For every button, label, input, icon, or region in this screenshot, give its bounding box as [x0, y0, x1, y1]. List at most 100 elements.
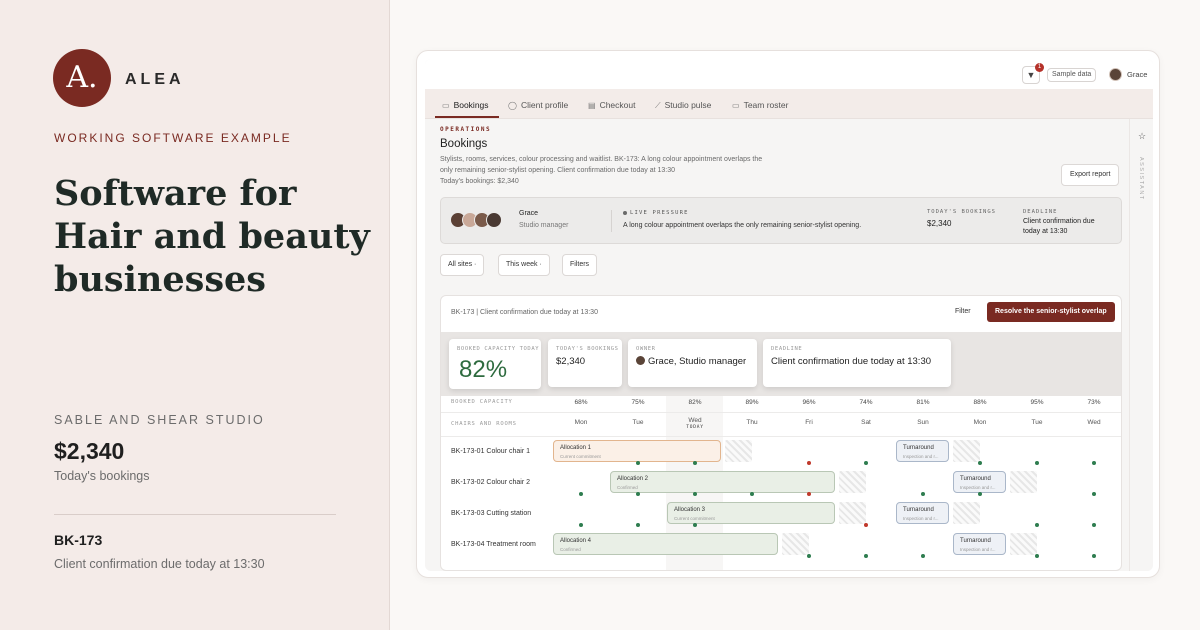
user-icon: ◯ — [508, 101, 517, 110]
turnaround-block[interactable]: Turnaround Inspection and r... — [896, 440, 949, 462]
status-dot — [636, 492, 640, 496]
page-description: Stylists, rooms, services, colour proces… — [440, 156, 763, 185]
blocked-slot — [839, 471, 866, 493]
kpi-bookings: TODAY'S BOOKINGS $2,340 — [548, 339, 622, 387]
resources-row-label: CHAIRS AND ROOMS — [451, 421, 517, 427]
status-dot — [978, 492, 982, 496]
kpi-capacity: BOOKED CAPACITY TODAY 82% — [449, 339, 541, 389]
brand-logo: A. — [53, 49, 111, 107]
capacity-value: 68% — [574, 399, 588, 406]
avatar — [636, 356, 645, 365]
resource-label: BK-173-03 Cutting station — [451, 510, 532, 517]
allocation-block[interactable]: Allocation 4 Confirmed — [553, 533, 778, 555]
register-icon: ▤ — [588, 101, 596, 110]
resolve-overlap-button[interactable]: Resolve the senior-stylist overlap — [987, 302, 1115, 322]
tab-bookings[interactable]: ▭ Bookings — [442, 100, 489, 110]
booking-description: Client confirmation due today at 13:30 — [54, 557, 265, 571]
blocked-slot — [839, 502, 866, 524]
turnaround-block[interactable]: Turnaround Inspection and r... — [953, 533, 1006, 555]
sites-dropdown[interactable]: All sites · — [440, 254, 485, 276]
kpi-label: DEADLINE — [771, 346, 803, 352]
today-label: TODAY — [686, 425, 704, 430]
divider — [441, 412, 1121, 413]
status-dot — [750, 492, 754, 496]
filters-button[interactable]: Filters — [562, 254, 598, 276]
eyebrow-text: WORKING SOFTWARE EXAMPLE — [54, 131, 292, 145]
live-pressure-text: A long colour appointment overlaps the o… — [623, 222, 862, 229]
status-dot — [1092, 554, 1096, 558]
blocked-slot — [1010, 533, 1037, 555]
tab-bar: ▭ Bookings ◯ Client profile ▤ Checkout ⟋ Stu… — [425, 89, 1153, 119]
user-name[interactable]: Grace — [1127, 70, 1147, 79]
day-label: Wed — [688, 417, 702, 424]
turnaround-block[interactable]: Turnaround Inspection and r... — [896, 502, 949, 524]
status-dot — [864, 523, 868, 527]
kpi-value: Grace, Studio manager — [636, 356, 746, 367]
kpi-value: $2,340 — [556, 356, 586, 367]
turnaround-title: Turnaround — [903, 507, 934, 513]
status-dot — [693, 461, 697, 465]
capacity-value: 75% — [631, 399, 645, 406]
tab-team-roster[interactable]: ▭ Team roster — [732, 100, 788, 110]
allocation-block[interactable]: Allocation 2 Confirmed — [610, 471, 835, 493]
status-dot — [921, 554, 925, 558]
bookings-amount: $2,340 — [54, 438, 125, 464]
tab-checkout[interactable]: ▤ Checkout — [588, 100, 635, 110]
day-label: Fri — [805, 419, 813, 426]
status-dot — [693, 492, 697, 496]
capacity-value: 88% — [973, 399, 987, 406]
assistant-rail: ☆ ASSISTANT — [1129, 119, 1153, 571]
blocked-slot — [953, 440, 980, 462]
week-dropdown[interactable]: This week · — [498, 254, 550, 276]
kpi-label: BOOKED CAPACITY TODAY — [457, 346, 540, 352]
allocation-block[interactable]: Allocation 1 Current commitment — [553, 440, 721, 462]
kpi-deadline: DEADLINE Client confirmation due today a… — [763, 339, 951, 387]
star-icon[interactable]: ☆ — [1135, 129, 1149, 143]
tab-client-profile[interactable]: ◯ Client profile — [508, 100, 568, 110]
status-dot — [1092, 492, 1096, 496]
sample-data-toggle[interactable]: Sample data — [1047, 68, 1097, 82]
kpi-value: Client confirmation due today at 13:30 — [771, 356, 932, 367]
capacity-value: 74% — [859, 399, 873, 406]
schedule-grid: BOOKED CAPACITY CHAIRS AND ROOMS 68% 75%… — [441, 396, 1121, 570]
app-window: ▼ 1 Sample data Grace ▭ Bookings ◯ Client … — [416, 50, 1160, 578]
page-title: Bookings — [440, 138, 488, 150]
day-label: Tue — [1031, 419, 1043, 426]
tab-studio-pulse[interactable]: ⟋ Studio pulse — [655, 100, 711, 111]
booking-id: BK-173 — [54, 532, 103, 548]
status-dot — [579, 492, 583, 496]
allocation-status: Confirmed — [617, 485, 638, 490]
blocked-slot — [725, 440, 752, 462]
turnaround-block[interactable]: Turnaround Inspection and r... — [953, 471, 1006, 493]
capacity-value: 73% — [1087, 399, 1101, 406]
status-dot — [579, 523, 583, 527]
status-dot — [1092, 523, 1096, 527]
bookings-value: $2,340 — [927, 219, 952, 228]
status-dot — [1092, 461, 1096, 465]
filter-button[interactable]: Filter — [955, 308, 971, 315]
status-dot — [807, 461, 811, 465]
brand-name: ALEA — [125, 71, 185, 88]
allocation-title: Allocation 3 — [674, 507, 706, 513]
kpi-value: 82% — [459, 356, 508, 383]
export-report-button[interactable]: Export report — [1061, 164, 1120, 186]
allocation-block[interactable]: Allocation 3 Current commitment — [667, 502, 835, 524]
section-label: OPERATIONS — [440, 126, 492, 133]
team-avatars — [450, 212, 510, 228]
live-pressure-banner: Grace Studio manager LIVE PRESSURE A lon… — [440, 197, 1122, 244]
status-dot — [1035, 461, 1039, 465]
capacity-value: 96% — [802, 399, 816, 406]
status-dot — [864, 461, 868, 465]
top-bar: ▼ 1 Sample data Grace — [425, 59, 1153, 89]
capacity-value: 89% — [745, 399, 759, 406]
avatar[interactable] — [1109, 68, 1122, 81]
card-header: BK-173 | Client confirmation due today a… — [451, 309, 598, 316]
deadline-label: DEADLINE — [1023, 209, 1058, 215]
allocation-title: Allocation 2 — [617, 476, 649, 482]
assistant-label[interactable]: ASSISTANT — [1138, 157, 1144, 201]
day-label: Mon — [574, 419, 588, 426]
manager-name: Grace — [519, 210, 539, 217]
blocked-slot — [953, 502, 980, 524]
kpi-label: OWNER — [636, 346, 656, 352]
day-label: Wed — [1087, 419, 1101, 426]
